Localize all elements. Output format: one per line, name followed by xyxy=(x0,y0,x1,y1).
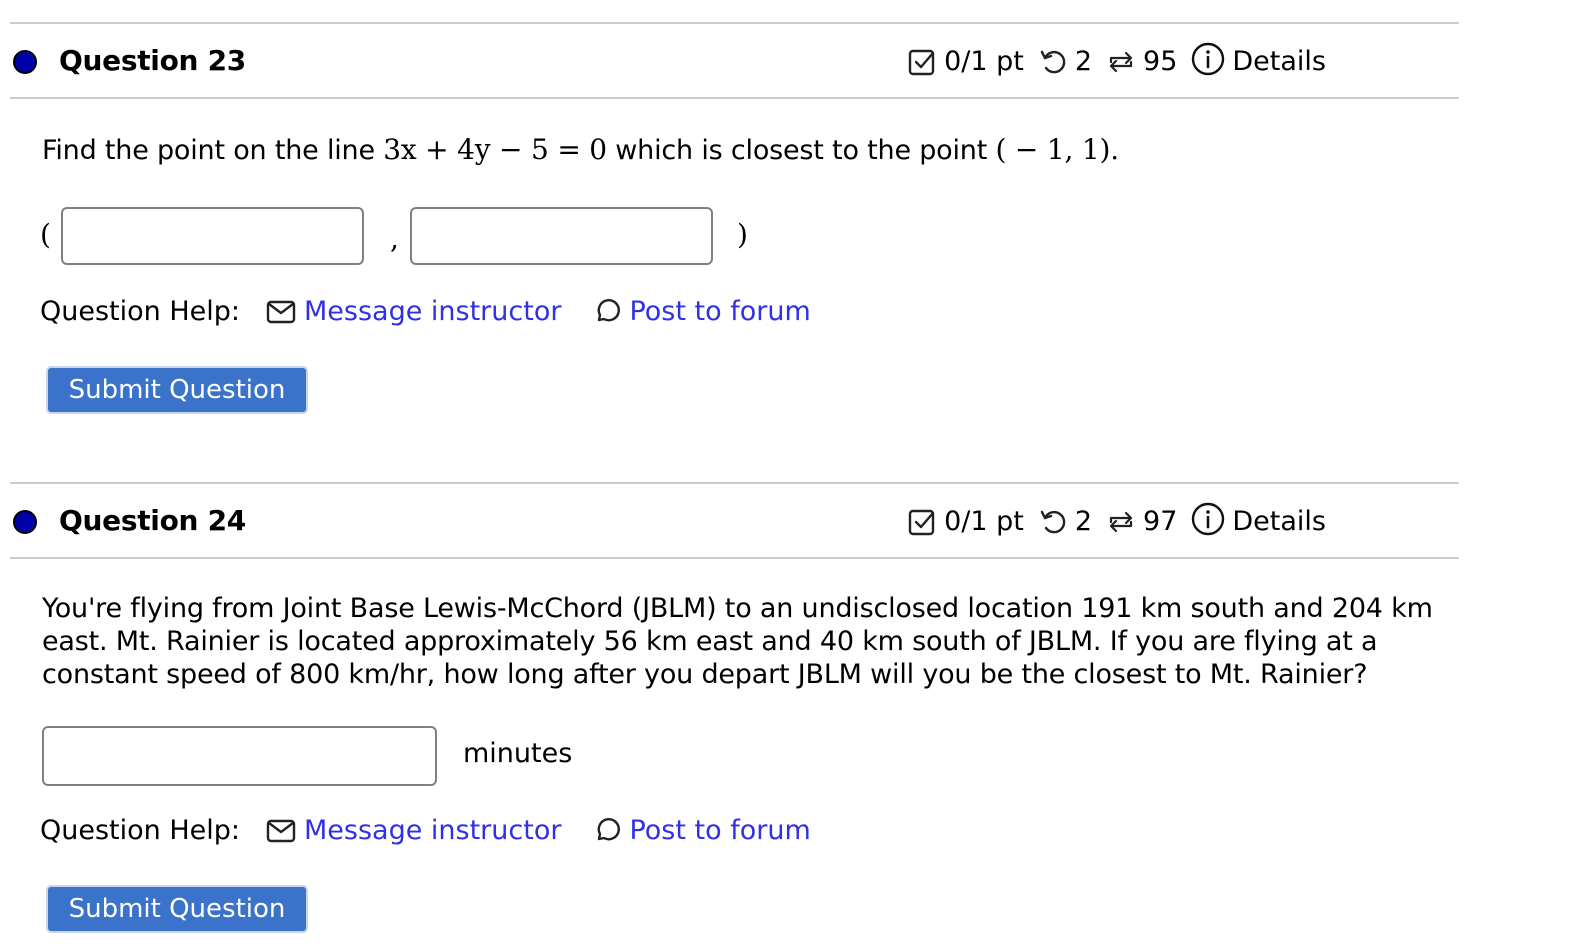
status-dot-icon xyxy=(13,510,37,534)
line-equation: 3x + 4y − 5 = 0 xyxy=(383,133,607,166)
prompt-line: east. Mt. Rainier is located approximate… xyxy=(42,626,1378,657)
score-checkbox-icon xyxy=(907,47,937,77)
details-link[interactable]: Details xyxy=(1232,506,1326,537)
prompt-text: Find the point on the line xyxy=(42,135,384,166)
comma: , xyxy=(390,222,399,255)
message-instructor-link[interactable]: Message instructor xyxy=(266,296,561,327)
divider xyxy=(10,557,1459,559)
message-instructor-label[interactable]: Message instructor xyxy=(304,296,561,327)
mail-icon xyxy=(266,819,296,842)
unit-label: minutes xyxy=(463,738,573,769)
question-prompt: You're flying from Joint Base Lewis-McCh… xyxy=(42,592,1433,691)
answer-x-input[interactable] xyxy=(61,207,364,265)
question-24-header: Question 24 0/1 pt 2 97 Details xyxy=(0,484,1460,558)
message-instructor-link[interactable]: Message instructor xyxy=(266,815,561,846)
submit-question-button[interactable]: Submit Question xyxy=(46,366,308,414)
submit-question-button[interactable]: Submit Question xyxy=(46,885,308,933)
info-icon[interactable] xyxy=(1191,502,1225,536)
prompt-text: which is closest to the point xyxy=(606,135,996,166)
retry-icon xyxy=(1038,507,1068,537)
mail-icon xyxy=(266,300,296,323)
question-help: Question Help: Message instructor Post t… xyxy=(40,296,811,327)
score-value: 0/1 pt xyxy=(944,46,1024,77)
info-icon[interactable] xyxy=(1191,42,1225,76)
post-to-forum-link[interactable]: Post to forum xyxy=(593,296,811,327)
post-to-forum-label[interactable]: Post to forum xyxy=(629,815,810,846)
post-to-forum-label[interactable]: Post to forum xyxy=(629,296,810,327)
question-title: Question 24 xyxy=(59,504,246,537)
prompt-line: You're flying from Joint Base Lewis-McCh… xyxy=(42,593,1433,624)
target-point: ( − 1, 1). xyxy=(995,133,1119,166)
open-paren: ( xyxy=(40,218,51,251)
question-help: Question Help: Message instructor Post t… xyxy=(40,815,811,846)
retries-value: 2 xyxy=(1074,46,1093,77)
retries-value: 2 xyxy=(1074,506,1093,537)
answer-y-input[interactable] xyxy=(410,207,713,265)
question-title: Question 23 xyxy=(59,44,246,77)
answer-minutes-input[interactable] xyxy=(42,726,437,786)
message-instructor-label[interactable]: Message instructor xyxy=(304,815,561,846)
post-to-forum-link[interactable]: Post to forum xyxy=(593,815,811,846)
question-meta: 0/1 pt 2 95 Details xyxy=(907,42,1326,77)
attempts-icon xyxy=(1106,507,1136,537)
prompt-line: constant speed of 800 km/hr, how long af… xyxy=(42,659,1368,690)
comment-icon xyxy=(598,298,621,321)
status-dot-icon xyxy=(13,50,37,74)
attempts-value: 95 xyxy=(1143,46,1178,77)
divider xyxy=(10,97,1459,99)
retry-icon xyxy=(1038,47,1068,77)
details-link[interactable]: Details xyxy=(1232,46,1326,77)
close-paren: ) xyxy=(737,218,748,251)
score-checkbox-icon xyxy=(907,507,937,537)
help-label: Question Help: xyxy=(40,296,240,327)
question-prompt: Find the point on the line 3x + 4y − 5 =… xyxy=(42,133,1119,167)
attempts-icon xyxy=(1106,47,1136,77)
score-value: 0/1 pt xyxy=(944,506,1024,537)
help-label: Question Help: xyxy=(40,815,240,846)
question-23-header: Question 23 0/1 pt 2 95 Details xyxy=(0,24,1460,98)
attempts-value: 97 xyxy=(1143,506,1178,537)
comment-icon xyxy=(598,817,621,840)
question-meta: 0/1 pt 2 97 Details xyxy=(907,502,1326,537)
